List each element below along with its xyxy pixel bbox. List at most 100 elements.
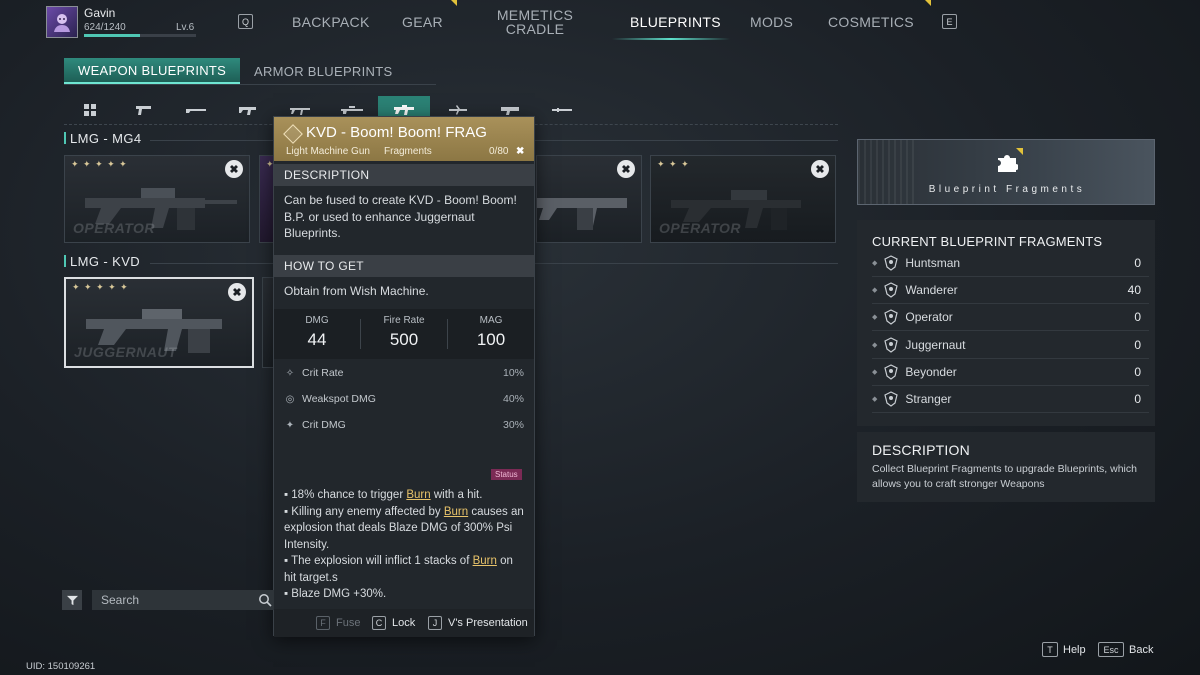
lmg-weapon-icon: [537, 198, 627, 230]
description-title: DESCRIPTION: [872, 442, 970, 458]
how-to-get-header: HOW TO GET: [274, 255, 534, 277]
tab-armor-blueprints[interactable]: ARMOR BLUEPRINTS: [240, 58, 406, 84]
category-smg[interactable]: [222, 96, 274, 124]
lock-label: Lock: [392, 617, 416, 629]
lock-key: C: [372, 616, 386, 630]
attribute-row: ◎ Weakspot DMG 40%: [284, 391, 524, 407]
stat-label: Fire Rate: [383, 315, 425, 326]
tooltip-footer: F Fuse C Lock J V's Presentation: [274, 609, 534, 637]
launcher-icon: [501, 107, 519, 115]
fragments-panel: CURRENT BLUEPRINT FRAGMENTS ◆ Huntsman 0 ◆ W…: [857, 220, 1155, 426]
nav-backpack[interactable]: BACKPACK: [292, 14, 370, 30]
fragment-tooltip: KVD - Boom! Boom! FRAG Light Machine Gun…: [273, 116, 535, 637]
banner-notification-icon: [1016, 148, 1023, 155]
bullet-icon: ◆: [872, 368, 878, 376]
back-label: Back: [1129, 643, 1154, 656]
stat-value: 100: [476, 330, 506, 349]
effect-line: ▪ Blaze DMG +30%.: [284, 588, 387, 600]
blueprint-card-selected[interactable]: ✦ ✦ ✦ ✦ ✦ ✖ JUGGERNAUT: [64, 277, 254, 368]
category-melee[interactable]: [536, 96, 588, 124]
player-level: Lv.6: [176, 22, 195, 33]
next-tab-key[interactable]: E: [942, 14, 957, 29]
attribute-value: 40%: [502, 393, 524, 405]
description-body: Collect Blueprint Fragments to upgrade B…: [872, 463, 1137, 490]
fuse-icon[interactable]: ✖: [811, 160, 829, 178]
category-pistol[interactable]: [118, 96, 170, 124]
description-panel: DESCRIPTION Collect Blueprint Fragments …: [857, 432, 1155, 502]
burn-keyword[interactable]: Burn: [406, 489, 430, 501]
tab-weapon-blueprints[interactable]: WEAPON BLUEPRINTS: [64, 58, 241, 84]
stat-value: 500: [389, 330, 419, 349]
nav-mods[interactable]: MODS: [750, 14, 793, 30]
group-title-mg4: LMG - MG4: [64, 131, 142, 146]
stat-mag: MAG 100: [448, 315, 534, 350]
fuse-key: F: [316, 616, 330, 630]
bullet-icon: ◆: [872, 260, 878, 267]
crossbow-icon: [449, 105, 467, 115]
fragment-name: Juggernaut: [905, 337, 966, 352]
stats-panel: DMG 44 Fire Rate 500 MAG 100: [274, 309, 534, 359]
all-grid-icon: [84, 104, 96, 116]
banner-title: Blueprint Fragments: [928, 184, 1086, 195]
item-category: Fragments: [384, 146, 432, 157]
fuse-action[interactable]: F Fuse: [316, 616, 360, 630]
nav-gear[interactable]: GEAR: [402, 14, 443, 30]
shotgun-icon: [186, 109, 206, 113]
weakspot-icon: ◎: [285, 393, 295, 405]
effects-list: ▪ 18% chance to trigger Burn with a hit.…: [284, 487, 528, 603]
presentation-action[interactable]: J V's Presentation: [428, 616, 528, 630]
nav-blueprints[interactable]: BLUEPRINTS: [630, 14, 721, 30]
bullet-icon: ◆: [872, 341, 878, 349]
fragment-name: Huntsman: [905, 256, 961, 270]
fuse-icon[interactable]: ✖: [228, 283, 246, 301]
sniper-icon: [341, 106, 363, 114]
fuse-icon[interactable]: ✖: [225, 160, 243, 178]
puzzle-piece-icon: [998, 155, 1018, 172]
fragment-row-operator: ◆ Operator 0: [872, 304, 1149, 332]
crit-rate-icon: ✧: [285, 367, 295, 379]
cosmetics-notification-icon: [925, 0, 931, 6]
effect-line: ▪ The explosion will inflict 1 stacks of…: [284, 555, 513, 584]
search-box[interactable]: [92, 590, 274, 610]
avatar[interactable]: [46, 6, 78, 38]
nav-cosmetics[interactable]: COSMETICS: [828, 14, 914, 30]
fuse-label: Fuse: [336, 617, 361, 629]
fragment-icon: [884, 282, 899, 298]
blueprint-card[interactable]: ✦ ✦ ✦ ✦ ✦ ✖ OPERATOR: [64, 155, 250, 243]
lock-action[interactable]: C Lock: [372, 616, 415, 630]
star-rating: ✦ ✦ ✦: [657, 159, 690, 169]
nav-memetics-cradle[interactable]: MEMETICS CRADLE: [496, 8, 574, 36]
attribute-label: Weakspot DMG: [302, 393, 376, 405]
melee-icon: [552, 108, 572, 112]
player-xp: 624/1240: [84, 22, 126, 33]
search-icon[interactable]: [258, 593, 272, 607]
stat-fire-rate: Fire Rate 500: [361, 315, 447, 350]
burn-keyword[interactable]: Burn: [444, 506, 468, 518]
tooltip-header: KVD - Boom! Boom! FRAG Light Machine Gun…: [274, 117, 534, 161]
help-hint[interactable]: T Help: [1042, 642, 1086, 657]
description-text: Can be fused to create KVD - Boom! Boom!…: [284, 193, 517, 240]
blueprint-card[interactable]: ✦ ✦ ✦ ✖ OPERATOR: [650, 155, 836, 243]
blueprint-card[interactable]: ✖: [536, 155, 642, 243]
crit-dmg-icon: ✦: [285, 419, 295, 431]
burn-keyword[interactable]: Burn: [473, 555, 497, 567]
subtab-divider: [64, 84, 436, 85]
fragment-value: 0: [1134, 310, 1141, 325]
filter-button[interactable]: [62, 590, 82, 610]
back-key: Esc: [1098, 642, 1124, 657]
help-label: Help: [1063, 643, 1086, 656]
nav-cradle-label: CRADLE: [505, 21, 565, 37]
effect-line: ▪ Killing any enemy affected by Burn cau…: [284, 505, 524, 551]
fragment-value: 0: [1134, 256, 1141, 270]
attribute-label: Crit DMG: [302, 419, 346, 431]
category-shotgun[interactable]: [170, 96, 222, 124]
category-all[interactable]: [64, 96, 116, 124]
player-name: Gavin: [84, 6, 116, 20]
prev-tab-key[interactable]: Q: [238, 14, 253, 29]
top-bar: Gavin 624/1240 Lv.6 Q BACKPACK GEAR MEME…: [0, 0, 1200, 44]
search-input[interactable]: [101, 593, 251, 607]
fragment-piece-icon: ✖: [516, 146, 525, 157]
back-hint[interactable]: Esc Back: [1098, 642, 1153, 657]
fuse-icon[interactable]: ✖: [617, 160, 635, 178]
rarity-label: OPERATOR: [659, 220, 742, 236]
